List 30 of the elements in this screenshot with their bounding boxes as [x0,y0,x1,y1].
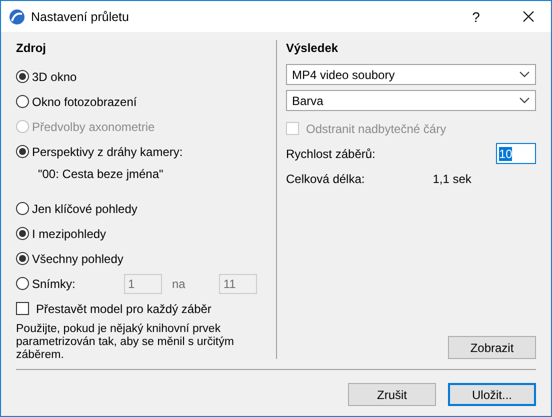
format-dropdown[interactable]: MP4 video soubory [286,64,536,85]
save-button[interactable]: Uložit... [448,383,536,406]
frame-from-field[interactable]: 1 [124,274,162,294]
frame-to-field[interactable]: 11 [219,274,258,294]
section-heading: Zdroj [16,40,47,56]
cancel-button[interactable]: Zrušit [348,383,436,406]
close-icon[interactable] [522,11,534,22]
preview-button[interactable]: Zobrazit [448,336,536,359]
chevron-down-icon [519,97,530,104]
app-logo-icon [9,8,25,24]
section-heading: Výsledek [286,40,340,56]
help-button[interactable]: ? [453,8,499,24]
hint-text: Použijte, pokud je nějaký knihovní prvek parametrizován tak, aby se měnil s určitým záběrem. [16,323,235,362]
window-title: Nastavení průletu [31,10,130,24]
radio-button[interactable]: 3D okno [16,70,77,84]
radio-button[interactable]: Snímky: [16,276,76,290]
frame-rate-field[interactable]: 10 [496,143,536,164]
radio-button[interactable]: Všechny pohledy [16,252,124,266]
radio-button[interactable]: Perspektivy z dráhy kamery: [16,144,183,158]
range-separator-label: na [172,276,186,290]
total-length-label: Celková délka: [286,172,365,186]
camera-path-label: "00: Cesta beze jména" [37,166,164,183]
chevron-down-icon [519,71,530,78]
total-length-value: 1,1 sek [432,172,472,186]
radio-button[interactable]: Jen klíčové pohledy [16,202,138,216]
checkbox[interactable]: Přestavět model pro každý záběr [16,302,212,316]
radio-button[interactable]: I mezipohledy [16,226,106,240]
radio-button[interactable]: Okno fotozobrazení [16,94,137,108]
frame-rate-label: Rychlost záběrů: [286,146,376,160]
color-mode-dropdown[interactable]: Barva [286,90,536,111]
